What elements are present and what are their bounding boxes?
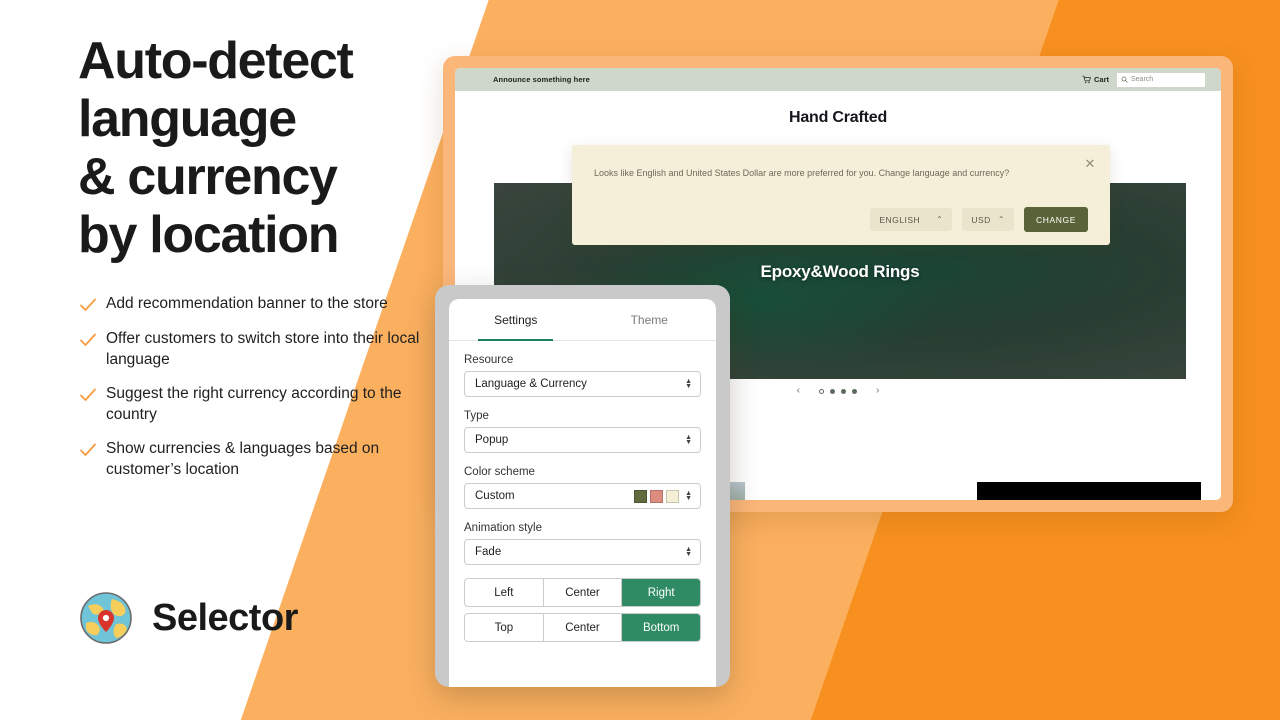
currency-value: USD <box>971 214 991 225</box>
chevron-up-icon: ⌃ <box>997 215 1006 224</box>
currency-select[interactable]: USD ⌃ <box>962 208 1015 231</box>
color-swatches <box>634 489 680 503</box>
type-value: Popup <box>475 434 509 446</box>
list-item-label: Add recommendation banner to the store <box>106 295 388 312</box>
color-scheme-value: Custom <box>475 490 515 502</box>
settings-panel: Settings Theme Resource Language & Curre… <box>435 285 730 687</box>
type-label: Type <box>464 410 489 422</box>
align-top-button[interactable]: Top <box>465 614 544 641</box>
check-icon <box>80 298 96 311</box>
language-select[interactable]: ENGLISH ⌃ <box>870 208 953 231</box>
app-logo: Selector <box>78 590 298 646</box>
cart-button[interactable]: Cart <box>1082 75 1109 84</box>
type-select[interactable]: Popup ▲ ▼ <box>464 427 701 453</box>
list-item: Show currencies & languages based on cus… <box>78 439 448 480</box>
resource-select[interactable]: Language & Currency ▲ ▼ <box>464 371 701 397</box>
list-item: Offer customers to switch store into the… <box>78 329 448 370</box>
stepper-icon: ▲ ▼ <box>685 490 692 502</box>
popup-actions: ENGLISH ⌃ USD ⌃ CHANGE <box>870 207 1088 232</box>
vertical-alignment-group: Top Center Bottom <box>464 613 701 642</box>
content-tile-right <box>977 482 1201 500</box>
announcement-text: Announce something here <box>493 75 590 84</box>
carousel-dot[interactable] <box>852 388 857 394</box>
carousel-next-icon[interactable]: › <box>876 386 879 396</box>
list-item-label: Offer customers to switch store into the… <box>106 330 420 368</box>
align-left-button[interactable]: Left <box>465 579 544 606</box>
list-item-label: Show currencies & languages based on cus… <box>106 440 380 478</box>
settings-tabs: Settings Theme <box>449 299 716 341</box>
feature-list: Add recommendation banner to the store O… <box>78 294 448 480</box>
marketing-copy: Auto-detect language & currency by locat… <box>78 32 478 494</box>
carousel-prev-icon[interactable]: ‹ <box>797 386 800 396</box>
color-swatch-salmon <box>650 489 664 503</box>
stepper-icon: ▲ ▼ <box>685 434 692 446</box>
carousel-dot[interactable] <box>830 388 835 394</box>
store-bar-actions: Cart Search <box>1082 72 1205 87</box>
language-currency-popup: Looks like English and United States Dol… <box>572 145 1110 245</box>
resource-label: Resource <box>464 354 514 366</box>
align-bottom-button[interactable]: Bottom <box>622 614 700 641</box>
animation-style-value: Fade <box>475 546 502 558</box>
color-scheme-label: Color scheme <box>464 466 535 478</box>
storefront-heading: Hand Crafted <box>788 109 888 126</box>
check-icon <box>80 333 96 346</box>
color-swatch-olive <box>634 489 648 503</box>
cart-label: Cart <box>1093 75 1109 84</box>
list-item: Add recommendation banner to the store <box>78 294 448 315</box>
product-title: Epoxy&Wood Rings <box>760 262 920 281</box>
store-announcement-bar: Announce something here Cart Search <box>455 68 1221 91</box>
align-center-horizontal-button[interactable]: Center <box>544 579 623 606</box>
color-scheme-select[interactable]: Custom ▲ ▼ <box>464 483 701 509</box>
app-name: Selector <box>152 596 298 639</box>
tab-settings[interactable]: Settings <box>449 299 583 341</box>
animation-style-label: Animation style <box>464 522 542 534</box>
carousel-dot[interactable] <box>841 388 846 394</box>
close-icon[interactable]: ✕ <box>1083 157 1097 171</box>
horizontal-alignment-group: Left Center Right <box>464 578 701 607</box>
search-placeholder: Search <box>1131 76 1154 83</box>
align-right-button[interactable]: Right <box>622 579 700 606</box>
color-swatch-cream <box>666 489 680 503</box>
tab-theme[interactable]: Theme <box>583 299 717 340</box>
animation-style-select[interactable]: Fade ▲ ▼ <box>464 539 701 565</box>
page-title: Auto-detect language & currency by locat… <box>78 32 354 264</box>
carousel-dots <box>819 388 857 394</box>
stepper-icon: ▲ ▼ <box>685 546 692 558</box>
resource-value: Language & Currency <box>475 378 587 390</box>
language-value: ENGLISH <box>879 214 921 225</box>
search-input[interactable]: Search <box>1117 72 1205 87</box>
check-icon <box>80 388 96 401</box>
search-icon <box>1121 76 1128 83</box>
align-center-vertical-button[interactable]: Center <box>544 614 623 641</box>
list-item-label: Suggest the right currency according to … <box>106 385 402 423</box>
carousel-dot-active[interactable] <box>819 388 824 394</box>
change-button[interactable]: CHANGE <box>1024 207 1088 232</box>
list-item: Suggest the right currency according to … <box>78 384 448 425</box>
settings-card: Settings Theme Resource Language & Curre… <box>449 299 716 687</box>
cart-icon <box>1082 75 1091 84</box>
stepper-icon: ▲ ▼ <box>685 378 692 390</box>
chevron-up-icon: ⌃ <box>936 215 944 224</box>
settings-form: Resource Language & Currency ▲ ▼ Type Pop… <box>449 341 716 642</box>
popup-message: Looks like English and United States Dol… <box>594 168 1010 178</box>
globe-pin-icon <box>80 592 132 644</box>
check-icon <box>80 443 96 456</box>
